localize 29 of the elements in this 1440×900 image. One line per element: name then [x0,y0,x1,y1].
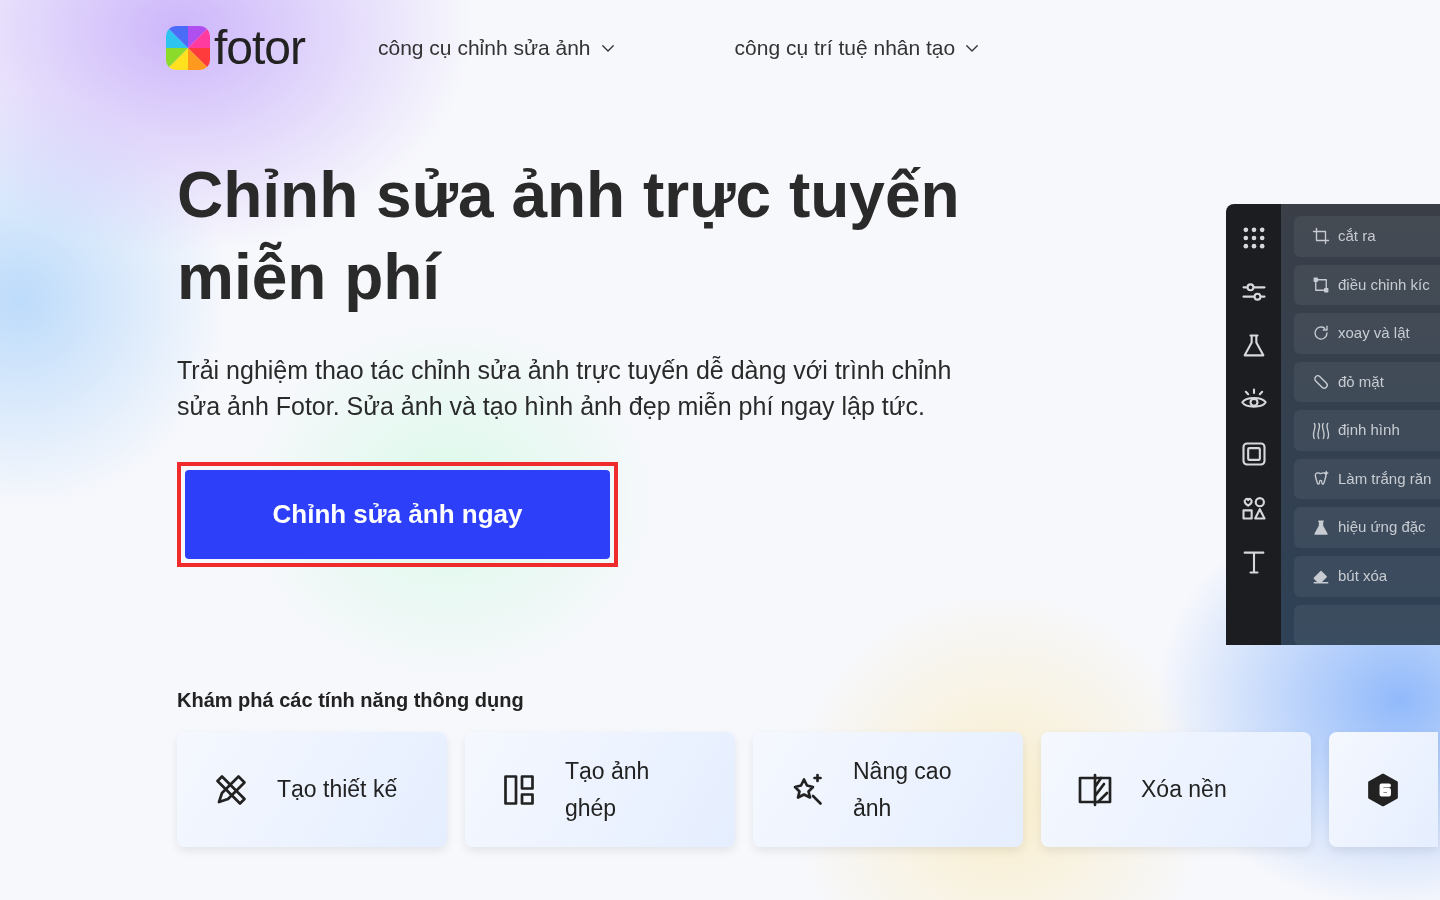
resize-icon [1312,275,1330,294]
tool-menu-item[interactable]: đỏ mặt [1294,361,1440,403]
feature-card[interactable]: Nâng cao ảnh [753,732,1023,847]
shapes-icon [1239,494,1268,522]
nav-dropdown[interactable]: công cụ trí tuệ nhân tạo [734,32,982,64]
tool-menu-item[interactable]: xoay và lật [1294,313,1440,354]
tool-menu-item[interactable]: bút xóa [1294,555,1440,597]
frame-icon [1239,440,1268,468]
hero-title: Chỉnh sửa ảnh trực tuyến miễn phí [177,158,961,315]
hero-description: Trải nghiệm thao tác chỉnh sửa ảnh trực tuyến dễ dàng với trình chỉnh sửa ảnh Fotor. Sửa ảnh và tạo hình ảnh đẹp miễn phí ngay lập tức. [177,355,953,422]
tool-menu-item[interactable]: Làm trắng răn [1294,458,1440,500]
logo-icon [166,26,210,70]
crop-icon [1312,227,1330,246]
split-image-icon [1077,771,1113,808]
feature-card[interactable]: Tạo thiết kế [177,732,447,847]
feature-card[interactable]: Xóa nền [1041,732,1311,847]
nav-dropdown[interactable]: công cụ chỉnh sửa ảnh [378,32,617,64]
logo-text[interactable]: fotor [214,24,306,72]
tool-menu-item[interactable]: cắt ra [1294,216,1440,257]
tool-menu-item[interactable]: điều chỉnh kíc [1294,264,1440,306]
rotate-icon [1312,324,1330,343]
feature-card[interactable] [1329,732,1438,847]
edit-photo-button[interactable]: Chỉnh sửa ảnh ngay [185,470,610,559]
tool-menu-item[interactable]: hiệu ứng đặc [1294,507,1440,548]
bandage-icon [1312,372,1330,391]
tool-menu-item[interactable]: định hình [1294,410,1440,451]
feature-card[interactable]: Tạo ảnh ghép [465,732,735,847]
flask-icon [1312,518,1330,537]
features-heading: Khám phá các tính năng thông dụng [177,688,525,712]
